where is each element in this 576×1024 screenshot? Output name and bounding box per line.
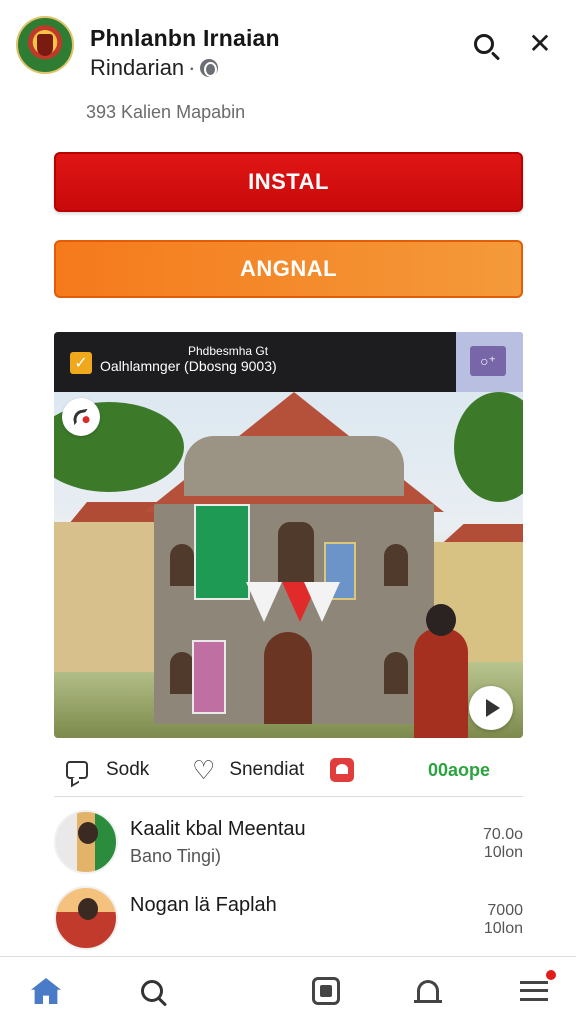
list-item[interactable]: Nogan lä Faplah 7000 10lon <box>54 886 523 952</box>
close-icon: ✕ <box>528 28 552 59</box>
group-subtitle: Rindarian <box>90 55 185 80</box>
palm-tree-right <box>454 392 523 502</box>
members-count: 393 Kalien Mapabin <box>86 102 246 122</box>
bell-icon <box>414 980 442 1003</box>
media-caption-bar: ✓ Phdbesmha Gt Oalhlamnger (Dbosng 9003)… <box>54 332 523 392</box>
secondary-button[interactable]: ANGNAL <box>54 240 523 298</box>
home-icon <box>31 978 61 1004</box>
status-label[interactable]: 00aope <box>428 752 490 788</box>
bottom-nav <box>0 956 576 1024</box>
nav-home-button[interactable] <box>28 973 64 1009</box>
nav-feed-button[interactable] <box>308 973 344 1009</box>
search-icon <box>474 34 494 54</box>
nav-notifications-button[interactable] <box>410 973 446 1009</box>
checkbox-icon[interactable]: ✓ <box>70 352 92 374</box>
window <box>170 544 194 586</box>
meta-top: 7000 <box>487 902 523 919</box>
poster-green <box>194 504 250 600</box>
list-item-name: Nogan lä Faplah <box>130 894 277 916</box>
install-button[interactable]: INSTAL <box>54 152 523 212</box>
comment-icon <box>66 761 88 779</box>
notification-badge <box>544 968 558 982</box>
play-icon <box>486 699 500 717</box>
caption-top-text: Phdbesmha Gt <box>188 344 269 358</box>
feed-icon <box>312 977 340 1005</box>
audio-icon <box>71 408 91 426</box>
comment-label: Sodk <box>106 759 150 780</box>
main-door <box>264 632 312 724</box>
divider <box>54 796 523 797</box>
side-house-left <box>54 522 154 672</box>
facade-crown <box>184 436 404 496</box>
caption-text: Oalhlamnger (Dbosng 9003) <box>100 358 277 374</box>
media-post[interactable]: ✓ Phdbesmha Gt Oalhlamnger (Dbosng 9003)… <box>54 332 523 738</box>
window <box>384 652 408 694</box>
list-item-meta: 70.0o 10lon <box>483 826 523 862</box>
post-actions: Sodk ♡ Snendiat 00aope <box>54 752 523 788</box>
react-icon <box>330 758 354 782</box>
search-icon <box>141 980 163 1002</box>
window <box>384 544 408 586</box>
share-button[interactable]: ○⁺ <box>456 332 523 392</box>
group-logo[interactable] <box>16 16 74 74</box>
list-item[interactable]: Kaalit kbal Meentau Bano Tingi) 70.0o 10… <box>54 810 523 876</box>
search-button[interactable] <box>466 26 502 62</box>
meta-bottom: 10lon <box>483 920 523 937</box>
comment-button[interactable]: Sodk <box>66 752 149 788</box>
poster-pink <box>192 640 226 714</box>
menu-icon <box>520 981 548 1001</box>
group-subtitle-row: Rindarian · <box>90 54 218 82</box>
globe-icon <box>199 59 218 77</box>
person-head <box>426 604 456 636</box>
nav-search-button[interactable] <box>134 973 170 1009</box>
window <box>170 652 194 694</box>
separator-dot: · <box>188 55 196 80</box>
list-item-subtitle: Bano Tingi) <box>130 846 222 866</box>
like-button[interactable]: ♡ Snendiat <box>192 752 304 788</box>
meta-top: 70.0o <box>482 826 523 843</box>
app-header: Phnlanbn Irnaian Rindarian · ✕ <box>0 0 576 96</box>
share-icon: ○⁺ <box>470 346 506 376</box>
avatar[interactable] <box>54 886 118 950</box>
close-button[interactable]: ✕ <box>522 26 558 62</box>
heart-icon: ♡ <box>192 755 216 785</box>
audio-button[interactable] <box>62 398 100 436</box>
react-button[interactable] <box>330 752 354 788</box>
like-label: Snendiat <box>229 759 305 780</box>
person-figure <box>414 628 468 738</box>
list-item-name: Kaalit kbal Meentau <box>130 818 306 840</box>
post-photo[interactable] <box>54 392 523 738</box>
list-item-meta: 7000 10lon <box>484 902 523 938</box>
window <box>278 522 314 582</box>
avatar[interactable] <box>54 810 118 874</box>
meta-bottom: 10lon <box>483 844 523 861</box>
group-title[interactable]: Phnlanbn Irnaian <box>90 24 280 52</box>
play-button[interactable] <box>469 686 513 730</box>
